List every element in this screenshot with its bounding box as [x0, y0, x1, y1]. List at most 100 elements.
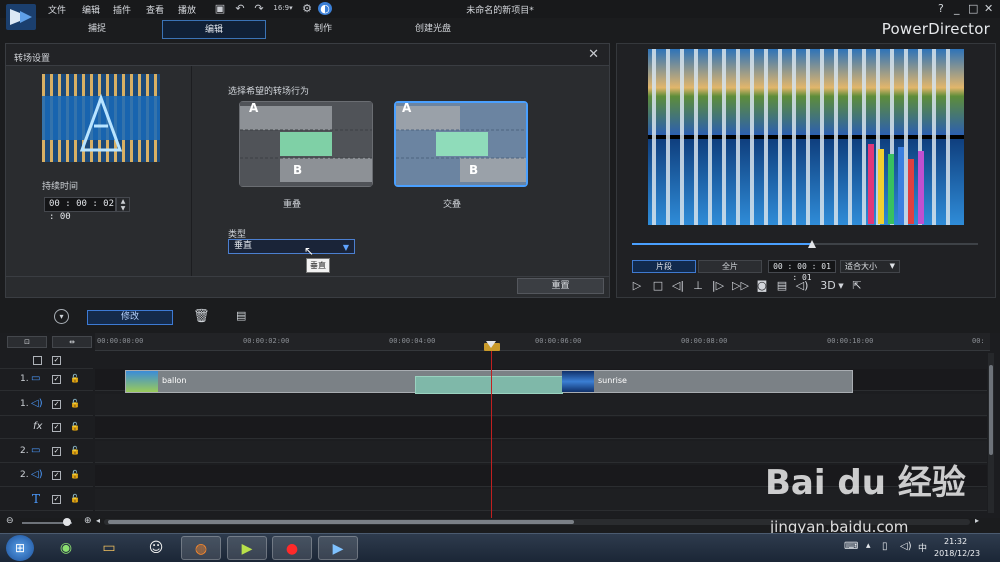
clip-name-sunrise[interactable]: sunrise	[598, 376, 627, 385]
preview-scrubber-handle[interactable]	[808, 240, 816, 248]
track-checkbox[interactable]: ✓	[52, 447, 61, 456]
zoom-slider-handle[interactable]	[63, 518, 71, 526]
minimize-icon[interactable]: _	[954, 2, 960, 15]
start-button[interactable]: ⊞	[6, 535, 34, 561]
scroll-right-icon[interactable]: ▸	[975, 516, 979, 525]
track-checkbox[interactable]: ✓	[52, 495, 61, 504]
option-overlap[interactable]	[239, 101, 373, 187]
volume-tray-icon[interactable]: ◁)	[900, 541, 912, 552]
next-frame-icon[interactable]: |▷	[711, 279, 725, 293]
transition-marker[interactable]	[415, 376, 563, 394]
horizontal-scrollbar-thumb[interactable]	[108, 520, 574, 524]
snapshot-icon[interactable]: ◙	[755, 279, 769, 293]
track-checkbox[interactable]: ✓	[52, 356, 61, 365]
track-checkbox[interactable]: ✓	[52, 471, 61, 480]
browser-360-icon[interactable]: ◉	[46, 536, 86, 560]
clock-date[interactable]: 2018/12/23	[934, 549, 980, 558]
track-checkbox[interactable]: ✓	[52, 375, 61, 384]
track-manager-icon[interactable]: ⊡	[7, 336, 47, 348]
file-explorer-icon[interactable]: ▭	[89, 536, 129, 560]
movie-mode-button[interactable]: 全片	[698, 260, 762, 273]
lock-icon[interactable]: 🔓	[70, 422, 80, 431]
clock-time[interactable]: 21:32	[944, 537, 967, 546]
transition-settings-dialog: 转场设置 ✕ 持续时间 00 : 00 : 02 : 00 ▲ ▼ 选择希望的转场…	[5, 43, 610, 298]
track-header-audio-1: 1. ◁) ✓ 🔓	[0, 394, 93, 416]
track-header-fx: fx ✓ 🔓	[0, 417, 93, 439]
lock-icon[interactable]: 🔓	[70, 470, 80, 479]
timeline-mode-icon[interactable]: ▾	[54, 309, 69, 324]
type-dropdown[interactable]: 垂直 ▼	[228, 239, 355, 254]
restore-icon[interactable]: □	[968, 2, 978, 15]
scroll-left-icon[interactable]: ◂	[96, 516, 100, 525]
fast-forward-icon[interactable]: ▷▷	[732, 279, 749, 293]
lock-icon[interactable]: 🔓	[70, 399, 80, 408]
track-toggle[interactable]	[33, 356, 42, 365]
mouse-cursor-icon: ↖	[304, 244, 315, 258]
letter-a: A	[249, 101, 259, 115]
vertical-scrollbar-thumb[interactable]	[989, 365, 993, 455]
fit-timeline-icon[interactable]: ⇹	[52, 336, 92, 348]
track-checkbox[interactable]: ✓	[52, 400, 61, 409]
preview-scrubber-progress	[632, 243, 812, 245]
tab-edit[interactable]: 编辑	[162, 20, 266, 39]
lock-icon[interactable]: 🔓	[70, 374, 80, 383]
track-header-video-1: 1. ▭ ✓ 🔓	[0, 369, 93, 391]
tools-icon[interactable]: ▤	[236, 309, 246, 322]
clip-mode-button[interactable]: 片段	[632, 260, 696, 273]
playhead-handle[interactable]	[486, 341, 496, 348]
tab-capture[interactable]: 捕捉	[45, 20, 149, 39]
ruler-tick: 00:	[972, 337, 985, 345]
lock-icon[interactable]: 🔓	[70, 446, 80, 455]
track-header-video-2: 2. ▭ ✓ 🔓	[0, 441, 93, 463]
preview-timecode[interactable]: 00 : 00 : 01 : 01	[768, 260, 836, 282]
zoom-fit-dropdown[interactable]: 适合大小 ▼	[840, 260, 900, 273]
tray-arrow-icon[interactable]: ▴	[866, 541, 871, 551]
play-icon[interactable]: ▷	[630, 279, 644, 293]
help-icon[interactable]: ?	[938, 2, 944, 15]
recorder-icon[interactable]: ●	[272, 536, 312, 560]
fx-track-icon: fx	[33, 421, 43, 432]
preview-window	[648, 49, 964, 225]
ruler-tick: 00:00:02:00	[243, 337, 290, 345]
duration-label: 持续时间	[42, 182, 79, 192]
close-icon[interactable]: ✕	[588, 47, 599, 62]
zoom-fit-label: 适合大小	[845, 262, 877, 271]
undock-icon[interactable]: ⇱	[850, 279, 864, 293]
split-icon[interactable]: ⊥	[691, 279, 705, 293]
chevron-down-icon[interactable]: ▼	[834, 279, 848, 293]
reset-button[interactable]: 重置	[517, 278, 604, 294]
powerdirector-taskbar-icon[interactable]: ▶	[318, 536, 358, 560]
lock-icon[interactable]: 🔓	[70, 494, 80, 503]
previous-frame-icon[interactable]: ◁|	[671, 279, 685, 293]
clip-name-ballon[interactable]: ballon	[162, 376, 186, 385]
modify-button[interactable]: 修改	[87, 310, 173, 325]
track-lane-audio-1[interactable]	[95, 394, 987, 416]
close-icon[interactable]: ✕	[984, 2, 993, 15]
track-number: 1.	[20, 374, 29, 384]
volume-icon[interactable]: ◁)	[795, 279, 809, 293]
chevron-down-icon: ▼	[342, 243, 349, 252]
playhead-line[interactable]	[491, 341, 492, 518]
option-crossfade[interactable]	[394, 101, 528, 187]
track-lane-fx[interactable]	[95, 417, 987, 439]
track-number: 2.	[20, 446, 29, 456]
baidu-watermark: Bai du 经验	[765, 463, 966, 503]
stop-icon[interactable]: □	[651, 279, 665, 293]
zoom-out-icon[interactable]: ⊖	[6, 516, 14, 526]
video-track-icon: ▭	[31, 373, 41, 384]
ime-icon[interactable]: 中	[918, 541, 927, 554]
subtitle-icon[interactable]: ▤	[775, 279, 789, 293]
duration-spinner[interactable]: ▲ ▼	[116, 197, 130, 212]
duration-input[interactable]: 00 : 00 : 02 : 00	[44, 197, 116, 222]
keyboard-icon[interactable]: ⌨	[844, 541, 858, 552]
delete-icon[interactable]: 🗑	[193, 309, 210, 324]
tab-create-disc[interactable]: 创建光盘	[381, 20, 485, 39]
qq-icon[interactable]: ☺	[136, 536, 176, 560]
track-checkbox[interactable]: ✓	[52, 423, 61, 432]
zoom-in-icon[interactable]: ⊕	[84, 516, 92, 526]
media-app-icon[interactable]: ▶	[227, 536, 267, 560]
network-icon[interactable]: ▯	[882, 541, 888, 552]
tab-produce[interactable]: 制作	[271, 20, 375, 39]
firefox-icon[interactable]: ◍	[181, 536, 221, 560]
behavior-label: 选择希望的转场行为	[228, 87, 310, 97]
